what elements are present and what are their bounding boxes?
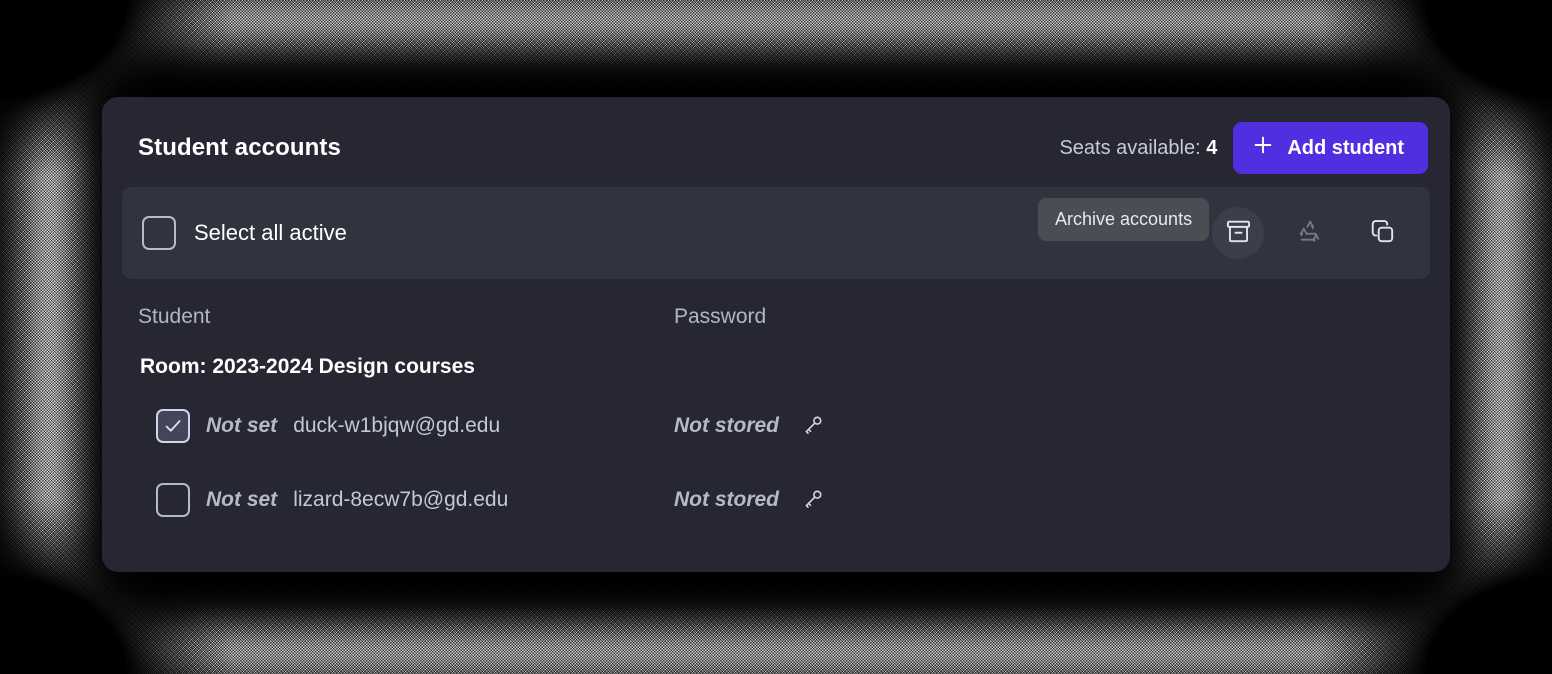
table-header-row: Student Password <box>138 279 1414 341</box>
add-student-label: Add student <box>1287 136 1404 159</box>
seats-available-label: Seats available: <box>1059 136 1201 159</box>
column-header-password: Password <box>674 305 767 328</box>
student-name-status: Not set <box>206 414 278 437</box>
password-status: Not stored <box>674 414 779 437</box>
key-icon <box>801 413 825 440</box>
copy-accounts-button[interactable] <box>1356 207 1408 259</box>
select-all-label: Select all active <box>194 220 347 245</box>
show-password-button[interactable] <box>801 487 825 514</box>
student-accounts-card: Student accounts Seats available: 4 Add … <box>102 97 1450 572</box>
recycle-icon <box>1296 218 1324 249</box>
table-group: Room: 2023-2024 Design courses Not set d… <box>138 341 1414 537</box>
header-actions: Seats available: 4 Add student <box>1059 122 1428 174</box>
table-row: Not set duck-w1bjqw@gd.edu Not stored <box>138 389 1414 463</box>
key-icon <box>801 487 825 514</box>
archive-icon <box>1225 218 1252 248</box>
password-cell: Not stored <box>674 487 825 514</box>
card-header: Student accounts Seats available: 4 Add … <box>122 121 1430 175</box>
tooltip-archive-accounts: Archive accounts <box>1038 198 1210 241</box>
student-name-status: Not set <box>206 488 278 511</box>
student-email: lizard-8ecw7b@gd.edu <box>293 488 509 511</box>
table-row: Not set lizard-8ecw7b@gd.edu Not stored <box>138 463 1414 537</box>
page-title: Student accounts <box>138 134 341 161</box>
copy-icon <box>1369 218 1396 248</box>
student-email: duck-w1bjqw@gd.edu <box>293 414 501 437</box>
select-all-active-control[interactable]: Select all active <box>142 216 347 250</box>
row-checkbox[interactable] <box>156 483 190 517</box>
bulk-actions-toolbar: Select all active <box>122 187 1430 279</box>
plus-icon <box>1253 135 1273 161</box>
group-label-room: Room: 2023-2024 Design courses <box>140 355 475 378</box>
seats-available: Seats available: 4 <box>1059 137 1217 160</box>
recycle-accounts-button[interactable] <box>1284 207 1336 259</box>
password-status: Not stored <box>674 488 779 511</box>
seats-available-count: 4 <box>1206 136 1218 159</box>
student-cell: Not set lizard-8ecw7b@gd.edu <box>156 483 674 517</box>
archive-accounts-button[interactable] <box>1212 207 1264 259</box>
screenshot-stage: Student accounts Seats available: 4 Add … <box>0 0 1552 674</box>
toolbar-icon-group <box>1212 207 1408 259</box>
accounts-table: Student Password Room: 2023-2024 Design … <box>122 279 1430 537</box>
password-cell: Not stored <box>674 413 825 440</box>
student-cell: Not set duck-w1bjqw@gd.edu <box>156 409 674 443</box>
show-password-button[interactable] <box>801 413 825 440</box>
column-header-student: Student <box>138 305 211 328</box>
add-student-button[interactable]: Add student <box>1233 122 1428 174</box>
row-checkbox[interactable] <box>156 409 190 443</box>
select-all-checkbox[interactable] <box>142 216 176 250</box>
